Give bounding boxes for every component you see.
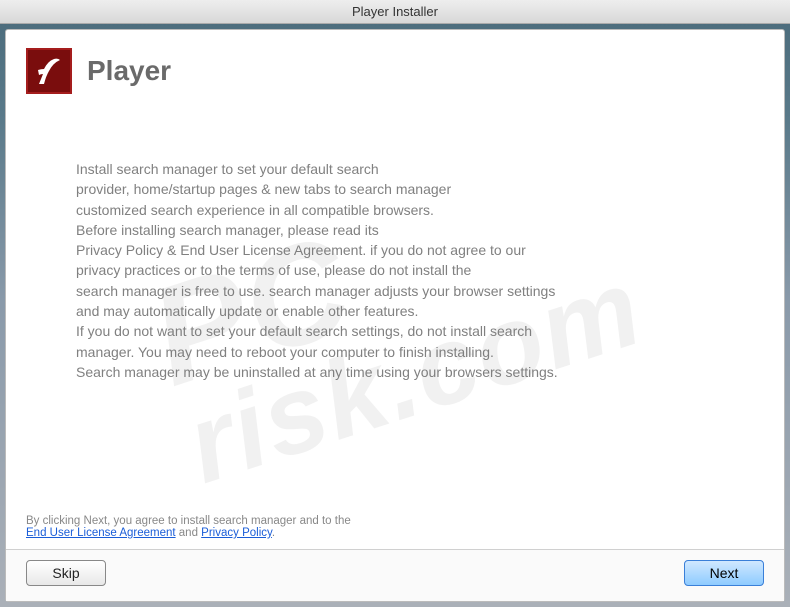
app-title: Player <box>87 55 171 87</box>
window-title-bar: Player Installer <box>0 0 790 24</box>
installer-header: Player <box>6 30 784 104</box>
notice-and: and <box>176 527 202 539</box>
installer-window: PC risk.com Player Install search manage… <box>5 29 785 602</box>
body-text: Install search manager to set your defau… <box>6 104 784 503</box>
privacy-policy-link[interactable]: Privacy Policy <box>201 527 272 539</box>
notice-period: . <box>272 527 275 539</box>
body-line: privacy practices or to the terms of use… <box>76 260 714 280</box>
eula-link[interactable]: End User License Agreement <box>26 527 176 539</box>
flash-player-icon <box>26 48 72 94</box>
body-line: Before installing search manager, please… <box>76 220 714 240</box>
body-line: Install search manager to set your defau… <box>76 159 714 179</box>
body-line: customized search experience in all comp… <box>76 200 714 220</box>
footer-notice: By clicking Next, you agree to install s… <box>6 503 784 549</box>
body-line: Privacy Policy & End User License Agreem… <box>76 240 714 260</box>
body-line: Search manager may be uninstalled at any… <box>76 362 714 382</box>
notice-text: By clicking Next, you agree to install s… <box>26 515 351 527</box>
body-line: manager. You may need to reboot your com… <box>76 342 714 362</box>
skip-button[interactable]: Skip <box>26 560 106 586</box>
window-title: Player Installer <box>352 4 438 19</box>
body-line: search manager is free to use. search ma… <box>76 281 714 301</box>
body-line: and may automatically update or enable o… <box>76 301 714 321</box>
body-line: provider, home/startup pages & new tabs … <box>76 179 714 199</box>
body-line: If you do not want to set your default s… <box>76 321 714 341</box>
button-bar: Skip Next <box>6 549 784 601</box>
next-button[interactable]: Next <box>684 560 764 586</box>
